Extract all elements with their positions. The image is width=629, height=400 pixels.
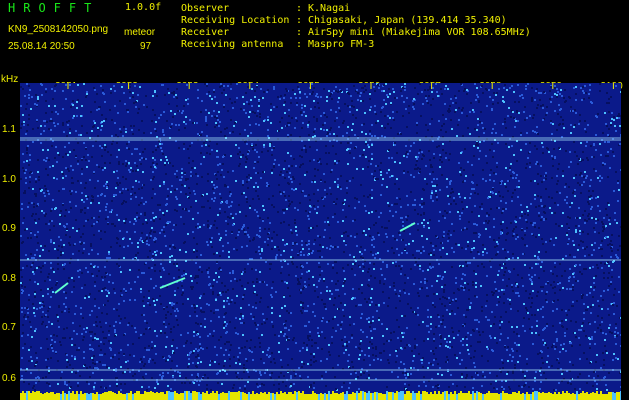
detection-count: 97	[140, 41, 152, 52]
spectrogram	[20, 83, 621, 400]
metadata-separator: :	[296, 15, 303, 26]
timestamp: 25.08.14 20:50	[8, 41, 75, 52]
y-axis-unit: kHz	[1, 74, 19, 85]
metadata-row-location: Receiving Location : Chigasaki, Japan (1…	[181, 15, 531, 27]
file-name: KN9_2508142050.png	[8, 24, 109, 35]
metadata-value: AirSpy mini (Miakejima VOR 108.65MHz)	[308, 27, 531, 38]
metadata-row-receiver: Receiver : AirSpy mini (Miakejima VOR 10…	[181, 27, 531, 39]
metadata-separator: :	[296, 27, 303, 38]
metadata-value: K.Nagai	[308, 3, 351, 14]
metadata-key: Observer	[181, 3, 230, 14]
metadata-key: Receiver	[181, 27, 230, 38]
y-tick-label: 1.0	[2, 174, 16, 185]
app-name: HROFFT	[8, 1, 100, 15]
observation-mode: meteor	[124, 27, 156, 38]
metadata-row-antenna: Receiving antenna : Maspro FM-3	[181, 39, 531, 51]
header-panel: HROFFT 1.0.0f KN9_2508142050.png meteor …	[0, 0, 629, 74]
metadata-key: Receiving Location	[181, 15, 290, 26]
metadata-separator: :	[296, 39, 303, 50]
y-tick-label: 0.8	[2, 273, 16, 284]
metadata-value: Maspro FM-3	[308, 39, 375, 50]
metadata-separator: :	[296, 3, 303, 14]
spectrogram-canvas	[20, 83, 621, 400]
y-tick-label: 1.1	[2, 124, 16, 135]
metadata-row-observer: Observer : K.Nagai	[181, 3, 531, 15]
y-tick-label: 0.9	[2, 223, 16, 234]
metadata-value: Chigasaki, Japan (139.414 35.340)	[308, 15, 507, 26]
app-version: 1.0.0f	[125, 2, 162, 13]
metadata-key: Receiving antenna	[181, 39, 284, 50]
y-tick-label: 0.7	[2, 322, 16, 333]
metadata-table: Observer : K.Nagai Receiving Location : …	[181, 3, 531, 51]
y-tick-label: 0.6	[2, 373, 16, 384]
